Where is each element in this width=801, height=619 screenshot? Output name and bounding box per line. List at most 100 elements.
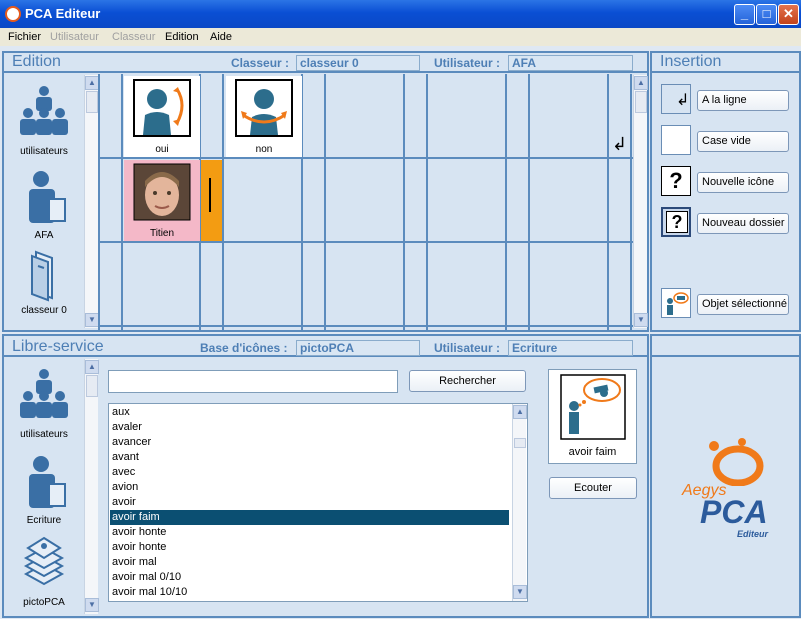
list-item[interactable]: avaler (112, 420, 511, 435)
icon-word-list[interactable]: aux avaler avancer avant avec avion avoi… (108, 403, 528, 602)
grid-cell-non[interactable]: non (226, 76, 302, 157)
list-item[interactable]: avion (112, 480, 511, 495)
list-item[interactable]: avoir honte (112, 540, 511, 555)
insertion-cursor (209, 178, 211, 212)
newline-marker-icon: ↲ (612, 134, 628, 154)
binder-icon (31, 250, 53, 302)
sidebar-label: pictoPCA (23, 597, 65, 608)
question-mark-icon: ? (661, 166, 691, 196)
edition-user-label: Utilisateur : (434, 56, 501, 70)
sidebar-item-utilisateurs[interactable]: utilisateurs (4, 81, 84, 157)
list-item[interactable]: avoir mal 0/10 (112, 570, 511, 585)
scroll-thumb[interactable] (635, 91, 647, 113)
list-item[interactable]: avoir (112, 495, 511, 510)
users-group-icon (20, 369, 68, 418)
scroll-down-icon[interactable]: ▼ (513, 585, 527, 599)
list-item[interactable]: aux (112, 405, 511, 420)
insertion-cursor-cell[interactable] (201, 160, 222, 241)
scroll-thumb[interactable] (514, 438, 526, 448)
hungry-pictogram (559, 374, 626, 440)
list-item[interactable]: avant (112, 450, 511, 465)
scroll-down-icon[interactable]: ▼ (85, 598, 99, 612)
grid-cell-oui[interactable]: oui (124, 76, 200, 157)
sidebar-item-pictopca[interactable]: pictoPCA (4, 534, 84, 608)
selected-object-icon (661, 288, 691, 318)
menu-aide[interactable]: Aide (210, 31, 232, 43)
minimize-button[interactable]: _ (734, 4, 755, 25)
shake-no-pictogram (235, 79, 293, 137)
scroll-thumb[interactable] (86, 91, 98, 113)
newline-icon: ↲ (661, 84, 691, 114)
list-item[interactable]: avancer (112, 435, 511, 450)
libre-sidebar: utilisateurs Ecriture pictoPCA (4, 360, 84, 616)
title-bar: PCA Editeur _ □ ✕ (0, 0, 801, 28)
classeur-value: classeur 0 (296, 55, 420, 71)
close-button[interactable]: ✕ (778, 4, 799, 25)
edition-sidebar-scrollbar[interactable]: ▲ ▼ (84, 75, 99, 328)
a-la-ligne-button[interactable]: A la ligne (697, 90, 789, 111)
sidebar-item-afa[interactable]: AFA (4, 169, 84, 241)
list-item[interactable]: avoir mal 10/10 (112, 585, 511, 600)
libre-sidebar-scrollbar[interactable]: ▲ ▼ (84, 359, 99, 614)
grid-scrollbar[interactable]: ▲ ▼ (633, 75, 648, 328)
cell-label: oui (155, 144, 169, 155)
scroll-up-icon[interactable]: ▲ (85, 360, 99, 374)
scroll-up-icon[interactable]: ▲ (513, 405, 527, 419)
app-window: PCA Editeur _ □ ✕ Fichier Utilisateur Cl… (0, 0, 801, 619)
user-folder-icon (29, 171, 66, 223)
list-item[interactable]: avec (112, 465, 511, 480)
menu-classeur[interactable]: Classeur (112, 31, 155, 43)
cell-label: Titien (149, 228, 175, 239)
insertion-title: Insertion (660, 53, 722, 70)
menu-utilisateur[interactable]: Utilisateur (50, 31, 99, 43)
nouveau-dossier-button[interactable]: Nouveau dossier (697, 213, 789, 234)
base-value: pictoPCA (296, 340, 420, 356)
sidebar-label: AFA (34, 230, 54, 241)
app-logo-icon (5, 6, 21, 22)
scroll-down-icon[interactable]: ▼ (85, 313, 99, 327)
list-item-selected[interactable]: avoir faim (110, 510, 509, 525)
menu-bar: Fichier Utilisateur Classeur Edition Aid… (0, 28, 801, 46)
ecouter-button[interactable]: Ecouter (549, 477, 637, 499)
sidebar-label: utilisateurs (20, 429, 68, 440)
edition-user-value: AFA (508, 55, 633, 71)
icon-preview: avoir faim (548, 369, 637, 464)
search-input[interactable] (108, 370, 398, 393)
nod-yes-pictogram (133, 79, 191, 137)
sidebar-item-ecriture[interactable]: Ecriture (4, 454, 84, 526)
base-label: Base d'icônes : (200, 341, 288, 355)
objet-selectionne-button[interactable]: Objet sélectionné (697, 294, 789, 315)
sidebar-item-utilisateurs[interactable]: utilisateurs (4, 364, 84, 440)
question-folder-icon: ? (661, 207, 691, 237)
case-vide-button[interactable]: Case vide (697, 131, 789, 152)
user-folder-icon (29, 456, 66, 508)
window-title: PCA Editeur (25, 6, 101, 21)
empty-cell-icon (661, 125, 691, 155)
list-scrollbar[interactable]: ▲ ▼ (512, 404, 527, 601)
libre-title: Libre-service (12, 338, 104, 355)
maximize-button[interactable]: □ (756, 4, 777, 25)
menu-edition[interactable]: Edition (165, 31, 199, 43)
libre-user-value: Ecriture (508, 340, 633, 356)
aegys-logo-mark (709, 438, 764, 486)
sidebar-label: Ecriture (26, 515, 62, 526)
sidebar-item-classeur[interactable]: classeur 0 (4, 248, 84, 316)
scroll-up-icon[interactable]: ▲ (634, 76, 648, 90)
cell-label: non (255, 144, 273, 155)
sidebar-label: classeur 0 (21, 305, 67, 316)
scroll-thumb[interactable] (86, 375, 98, 397)
list-item[interactable]: avoir mal (112, 555, 511, 570)
brand-editeur: Editeur (737, 529, 769, 539)
users-group-icon (20, 86, 68, 135)
scroll-down-icon[interactable]: ▼ (634, 313, 648, 327)
grid-cell-titien[interactable]: Titien (124, 160, 200, 241)
photo-titien-icon (133, 163, 191, 221)
scroll-up-icon[interactable]: ▲ (85, 76, 99, 90)
libre-user-label: Utilisateur : (434, 341, 501, 355)
nouvelle-icone-button[interactable]: Nouvelle icône (697, 172, 789, 193)
rechercher-button[interactable]: Rechercher (409, 370, 526, 392)
list-item[interactable]: avoir honte (112, 525, 511, 540)
brand-header (652, 336, 799, 357)
menu-fichier[interactable]: Fichier (8, 31, 41, 43)
sidebar-label: utilisateurs (20, 146, 68, 157)
